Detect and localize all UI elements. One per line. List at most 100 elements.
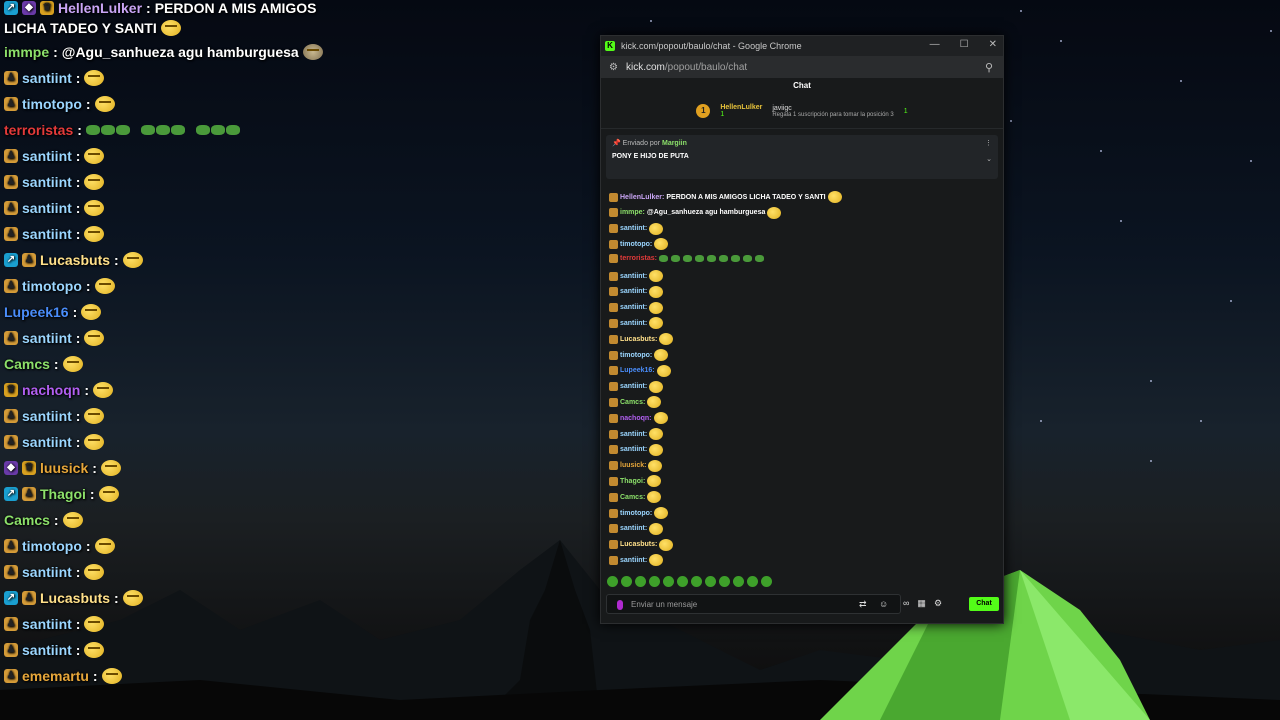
maximize-icon[interactable]: ☐ (960, 39, 969, 50)
chat-username[interactable]: Camcs: (620, 399, 645, 406)
chat-username[interactable]: nachoqn: (620, 415, 652, 422)
emote-icon[interactable] (607, 576, 618, 587)
chat-message[interactable]: santiint: (609, 428, 664, 440)
vip-badge-icon: ♟ (4, 435, 18, 449)
zoom-icon[interactable]: ⚲ (985, 61, 993, 74)
minimize-icon[interactable]: — (930, 39, 940, 50)
chat-username[interactable]: santiint: (620, 304, 647, 311)
overlay-separator: : (75, 330, 81, 346)
chat-username[interactable]: santiint: (620, 431, 647, 438)
chat-send-button[interactable]: Chat (969, 597, 999, 611)
translate-icon[interactable]: ⇄ (859, 599, 867, 610)
emoji-icon[interactable]: ☺ (879, 599, 888, 609)
chat-username[interactable]: santiint: (620, 383, 647, 390)
chat-username[interactable]: terroristas: (620, 255, 657, 262)
chat-message[interactable]: Thagoi: (609, 475, 662, 488)
overlay-username: santiint (22, 564, 72, 580)
pinned-user[interactable]: Margiin (662, 140, 687, 147)
store-icon[interactable]: ▦ (917, 598, 926, 609)
chat-message[interactable]: santiint: (609, 443, 664, 456)
chat-username[interactable]: santiint: (620, 320, 647, 327)
chat-username[interactable]: Lupeek16: (620, 367, 655, 374)
chat-message[interactable]: timotopo: (609, 349, 669, 361)
chat-message[interactable]: santiint: (609, 285, 664, 298)
chat-message[interactable]: timotopo: (609, 238, 669, 251)
chat-username[interactable]: immpe: (620, 209, 645, 216)
address-bar[interactable]: ⚙ kick.com/popout/baulo/chat ⚲ (601, 56, 1003, 78)
chat-message[interactable]: luusick: (609, 459, 663, 472)
vip-badge-icon: ♟ (4, 409, 18, 423)
chat-message[interactable]: Lucasbuts: (609, 538, 674, 551)
close-icon[interactable]: ✕ (989, 39, 997, 50)
pinned-message[interactable]: 📌 Enviado por Margiin PONY E HIJO DE PUT… (606, 135, 998, 179)
chevron-down-icon[interactable]: ⌄ (986, 155, 992, 163)
user-badge-icon (609, 445, 618, 455)
more-options-icon[interactable]: ⋮ (985, 139, 992, 147)
leaderboard-user-1[interactable]: HellenLulker (720, 104, 762, 111)
chat-username[interactable]: Camcs: (620, 494, 645, 501)
chat-message[interactable]: timotopo: (609, 507, 669, 519)
chat-message[interactable]: santiint: (609, 380, 664, 393)
emote-icon[interactable] (621, 576, 632, 587)
smile-emote-icon (659, 538, 674, 551)
chat-message[interactable]: Camcs: (609, 491, 662, 504)
smile-emote-icon (101, 668, 122, 684)
settings-icon[interactable]: ⚙ (934, 598, 942, 609)
chat-message[interactable]: Lupeek16: (609, 364, 671, 377)
chat-username[interactable]: luusick: (620, 462, 646, 469)
smile-emote-icon (647, 396, 662, 409)
og-badge-icon: ↗ (4, 1, 18, 15)
chat-username[interactable]: santiint: (620, 273, 647, 280)
emote-icon[interactable] (663, 576, 674, 587)
chat-message[interactable]: santiint: (609, 317, 664, 330)
emote-icon[interactable] (747, 576, 758, 587)
chat-message[interactable]: santiint: (609, 522, 664, 535)
gift-leaderboard: 1 HellenLulker 1 javiigc Regala 1 suscri… (601, 94, 1003, 129)
emote-icon[interactable] (733, 576, 744, 587)
chat-username[interactable]: Thagoi: (620, 478, 645, 485)
smile-emote-icon (94, 96, 115, 112)
chat-username[interactable]: HellenLulker: (620, 194, 664, 201)
chat-message[interactable]: santiint: (609, 554, 664, 567)
chat-username[interactable]: santiint: (620, 446, 647, 453)
overlay-chat-line: ↗ ♟ Thagoi: (4, 486, 119, 502)
chat-username[interactable]: santiint: (620, 225, 647, 232)
emote-icon[interactable] (691, 576, 702, 587)
chat-username[interactable]: santiint: (620, 557, 647, 564)
overlay-separator: : (72, 304, 78, 320)
chat-message[interactable]: terroristas: (609, 254, 765, 264)
mic-icon[interactable] (617, 600, 623, 610)
chat-message[interactable]: Camcs: (609, 396, 662, 409)
emote-icon[interactable] (761, 576, 772, 587)
user-badge-icon (609, 318, 618, 328)
overlay-chat-line: Camcs: (4, 512, 83, 528)
overlay-username: Lucasbuts (40, 252, 111, 268)
site-settings-icon[interactable]: ⚙ (609, 62, 618, 73)
chat-username[interactable]: Lucasbuts: (620, 541, 657, 548)
emote-icon[interactable] (649, 576, 660, 587)
leaderboard-user-2[interactable]: javiigc (772, 105, 893, 112)
og-badge-icon: ↗ (4, 253, 18, 267)
chat-message[interactable]: nachoqn: (609, 412, 668, 425)
chat-tools: ∞ ▦ ⚙ (903, 598, 942, 609)
chat-message[interactable]: HellenLulker: PERDON A MIS AMIGOS LICHA T… (609, 191, 842, 203)
smile-emote-icon (62, 356, 83, 372)
chat-message[interactable]: santiint: (609, 222, 664, 235)
chat-message[interactable]: santiint: (609, 270, 664, 282)
chat-message[interactable]: Lucasbuts: (609, 333, 674, 346)
chat-username[interactable]: santiint: (620, 525, 647, 532)
emote-icon[interactable] (719, 576, 730, 587)
infinity-icon[interactable]: ∞ (903, 598, 909, 609)
emote-icon[interactable] (677, 576, 688, 587)
chat-username[interactable]: santiint: (620, 288, 647, 295)
chat-message[interactable]: immpe: @Agu_sanhueza agu hamburguesa (609, 206, 782, 219)
chat-username[interactable]: Lucasbuts: (620, 336, 657, 343)
chat-username[interactable]: timotopo: (620, 241, 652, 248)
emote-icon[interactable] (635, 576, 646, 587)
gift-badge-icon: ◆ (22, 1, 36, 15)
chat-username[interactable]: timotopo: (620, 510, 652, 517)
chat-username[interactable]: timotopo: (620, 352, 652, 359)
emote-icon[interactable] (705, 576, 716, 587)
chat-message[interactable]: santiint: (609, 301, 664, 314)
message-input[interactable]: Enviar un mensaje ⇄ ☺ (606, 594, 901, 614)
